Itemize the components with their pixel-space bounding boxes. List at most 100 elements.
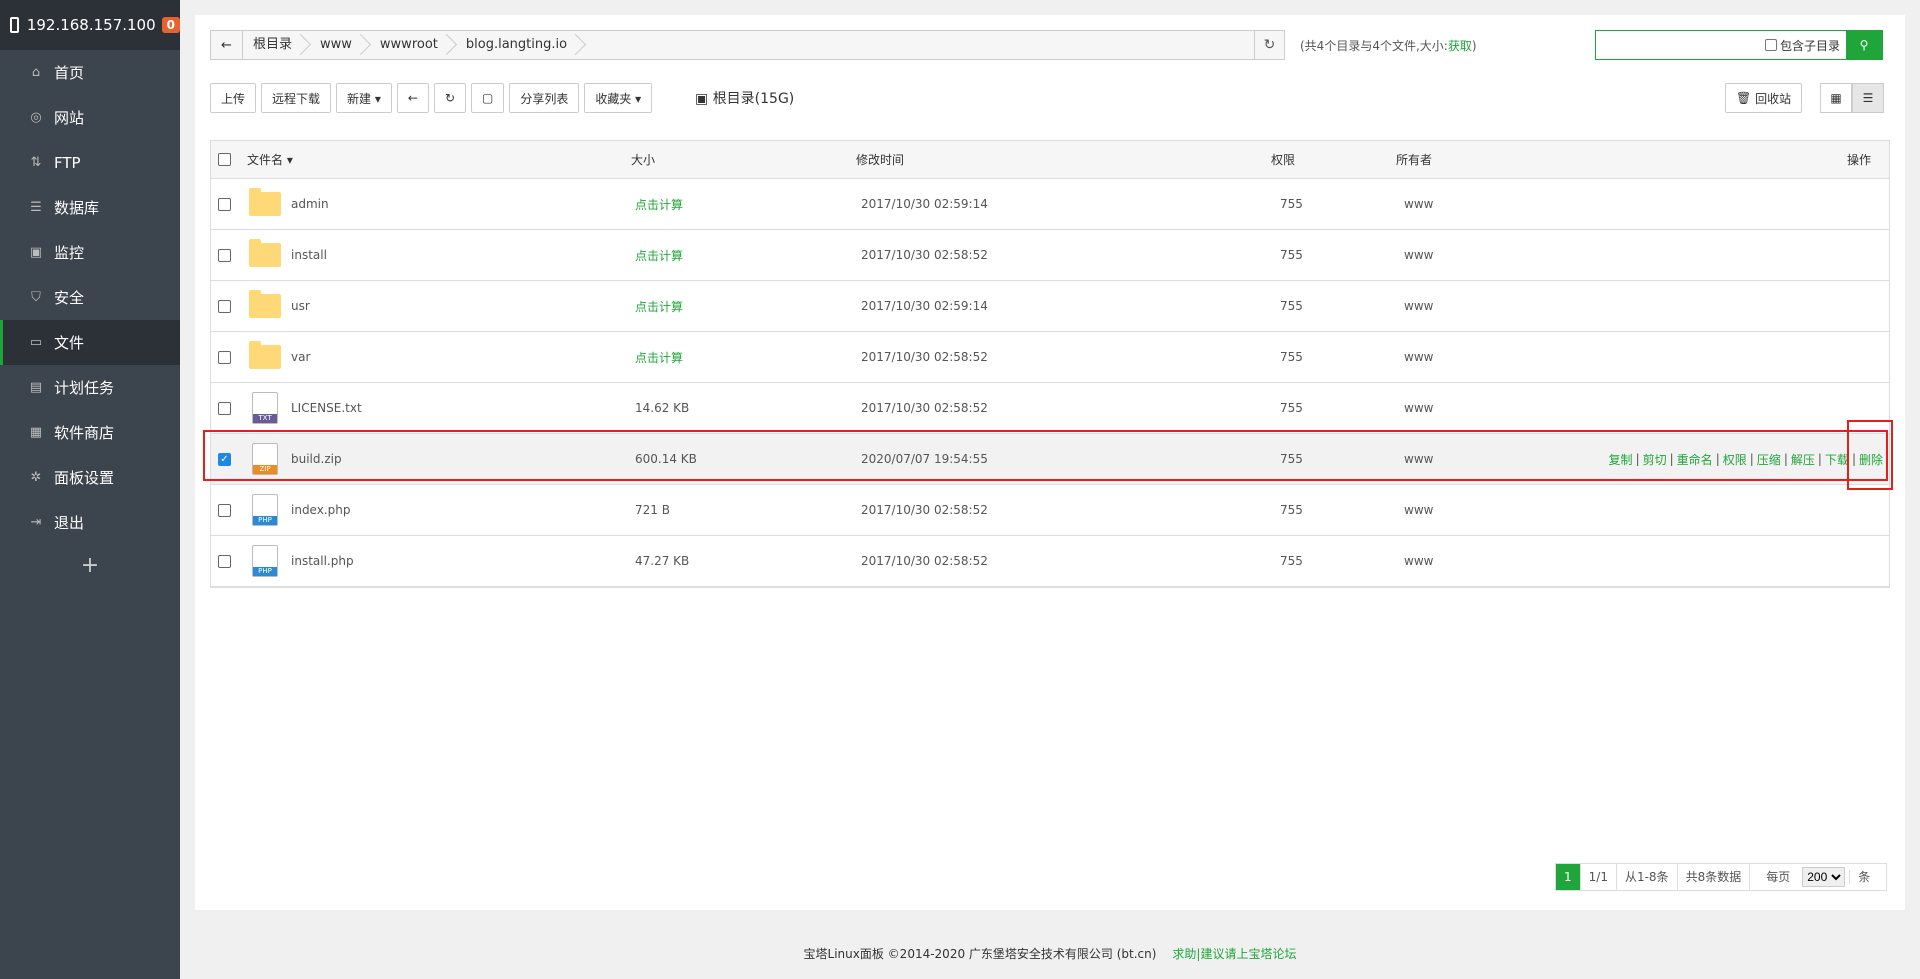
sidebar-item-8[interactable]: ▦ 软件商店 bbox=[0, 410, 180, 455]
file-mtime: 2017/10/30 02:59:14 bbox=[861, 299, 988, 313]
disk-info-label: 根目录(15G) bbox=[712, 91, 795, 107]
file-table: 文件名 ▾ 大小 修改时间 权限 所有者 操作 admin 点击计算 2017/10… bbox=[210, 140, 1890, 588]
trash-icon: 🗑︎ bbox=[1736, 91, 1756, 105]
folder-icon bbox=[249, 341, 281, 369]
file-type-tag: PHP bbox=[253, 516, 277, 525]
file-name[interactable]: admin bbox=[291, 179, 329, 229]
row-checkbox[interactable] bbox=[218, 554, 231, 568]
file-name[interactable]: index.php bbox=[291, 485, 350, 535]
row-checkbox[interactable] bbox=[218, 299, 231, 313]
table-row[interactable]: TXT LICENSE.txt 14.62 KB 2017/10/30 02:58:5… bbox=[211, 383, 1889, 434]
file-manager: ← 根目录 www wwwroot blog.langting.io ↻ (共4个目录… bbox=[195, 15, 1905, 910]
file-perm[interactable]: 755 bbox=[1280, 179, 1303, 229]
file-perm[interactable]: 755 bbox=[1280, 332, 1303, 382]
sidebar-item-2[interactable]: ⇅ FTP bbox=[0, 140, 180, 185]
breadcrumb-item[interactable]: blog.langting.io bbox=[456, 31, 585, 59]
table-header: 文件名 ▾ 大小 修改时间 权限 所有者 操作 bbox=[211, 141, 1889, 179]
breadcrumb-item[interactable]: 根目录 bbox=[243, 31, 310, 59]
forum-link[interactable]: 求助|建议请上宝塔论坛 bbox=[1172, 947, 1296, 961]
per-page-select[interactable]: 200 bbox=[1802, 867, 1846, 887]
include-subdir-checkbox[interactable]: 包含子目录 bbox=[1764, 31, 1846, 59]
list-view-icon[interactable]: ☰ bbox=[1852, 83, 1884, 113]
sidebar-item-4[interactable]: ▣ 监控 bbox=[0, 230, 180, 275]
pagination: 1 1/1 从1-8条 共8条数据 每页 200 条 bbox=[1555, 863, 1888, 891]
row-checkbox[interactable] bbox=[218, 248, 231, 262]
add-shortcut-button[interactable]: + bbox=[0, 545, 180, 578]
file-name[interactable]: install.php bbox=[291, 536, 354, 586]
refresh-list-icon[interactable]: ↻ bbox=[433, 83, 466, 113]
sidebar-item-7[interactable]: ▤ 计划任务 bbox=[0, 365, 180, 410]
file-name[interactable]: LICENSE.txt bbox=[291, 383, 362, 433]
gear-icon: ✲ bbox=[30, 470, 42, 485]
terminal-icon[interactable]: ▢ bbox=[471, 83, 505, 113]
search-input[interactable] bbox=[1596, 31, 1765, 59]
sidebar-nav: ⌂ 首页 ◎ 网站 ⇅ FTP ☰ 数据库 ▣ 监控 ⛉ 安全 ▭ 文件 ▤ 计划任务 ▦ 软件商店 ✲ 面板设置 ⇥ 退… bbox=[0, 50, 180, 545]
file-size[interactable]: 点击计算 bbox=[635, 281, 683, 331]
monitor-icon bbox=[10, 17, 19, 33]
sidebar-item-1[interactable]: ◎ 网站 bbox=[0, 95, 180, 140]
page-range: 从1-8条 bbox=[1615, 864, 1677, 890]
row-checkbox[interactable] bbox=[218, 350, 231, 364]
dir-summary: (共4个目录与4个文件,大小:获取) bbox=[1300, 37, 1477, 54]
file-perm[interactable]: 755 bbox=[1280, 383, 1303, 433]
sidebar-item-10[interactable]: ⇥ 退出 bbox=[0, 500, 180, 545]
remote-download-button[interactable]: 远程下载 bbox=[261, 83, 332, 113]
grid-view-icon[interactable]: ▦ bbox=[1820, 83, 1852, 113]
monitor-icon: ▣ bbox=[29, 245, 43, 260]
header-owner: 所有者 bbox=[1396, 153, 1433, 167]
share-list-button[interactable]: 分享列表 bbox=[509, 83, 580, 113]
search-icon[interactable]: ⚲ bbox=[1846, 31, 1882, 59]
get-size-link[interactable]: 获取 bbox=[1448, 39, 1472, 53]
back-arrow-icon[interactable]: ← bbox=[211, 31, 243, 59]
table-row[interactable]: usr 点击计算 2017/10/30 02:59:14 755 www bbox=[211, 281, 1889, 332]
page-count: 1/1 bbox=[1579, 864, 1616, 890]
header-size[interactable]: 大小 bbox=[631, 141, 655, 178]
header-ops: 操作 bbox=[1846, 153, 1871, 167]
table-row[interactable]: PHP install.php 47.27 KB 2017/10/30 02:58:5… bbox=[211, 536, 1889, 587]
file-name[interactable]: install bbox=[291, 230, 327, 280]
file-mtime: 2017/10/30 02:58:52 bbox=[861, 248, 988, 262]
row-checkbox[interactable] bbox=[218, 401, 231, 415]
header-name[interactable]: 文件名 ▾ bbox=[247, 141, 293, 178]
refresh-icon[interactable]: ↻ bbox=[1254, 31, 1284, 59]
folder-icon bbox=[249, 290, 281, 318]
page-current[interactable]: 1 bbox=[1556, 864, 1580, 890]
row-checkbox[interactable] bbox=[218, 503, 231, 517]
sidebar-item-3[interactable]: ☰ 数据库 bbox=[0, 185, 180, 230]
checkbox-icon[interactable] bbox=[1764, 39, 1777, 51]
file-perm[interactable]: 755 bbox=[1280, 536, 1303, 586]
sidebar-item-label: 退出 bbox=[54, 514, 85, 532]
select-all-checkbox[interactable] bbox=[218, 153, 231, 166]
file-perm[interactable]: 755 bbox=[1280, 230, 1303, 280]
table-row[interactable]: var 点击计算 2017/10/30 02:58:52 755 www bbox=[211, 332, 1889, 383]
file-size[interactable]: 点击计算 bbox=[635, 230, 683, 280]
sidebar-item-9[interactable]: ✲ 面板设置 bbox=[0, 455, 180, 500]
sidebar-item-5[interactable]: ⛉ 安全 bbox=[0, 275, 180, 320]
table-row[interactable]: PHP index.php 721 B 2017/10/30 02:58:52 755 w… bbox=[211, 485, 1889, 536]
file-name[interactable]: usr bbox=[291, 281, 310, 331]
logout-icon: ⇥ bbox=[30, 515, 42, 530]
sidebar-header: 192.168.157.100 0 bbox=[0, 0, 180, 50]
disk-info[interactable]: ▣ 根目录(15G) bbox=[695, 88, 794, 108]
upload-button[interactable]: 上传 bbox=[210, 83, 257, 113]
file-perm[interactable]: 755 bbox=[1280, 281, 1303, 331]
file-size[interactable]: 点击计算 bbox=[635, 332, 683, 382]
header-mtime[interactable]: 修改时间 bbox=[856, 141, 904, 178]
header-perm: 权限 bbox=[1271, 153, 1296, 167]
notification-badge[interactable]: 0 bbox=[161, 17, 180, 33]
file-size[interactable]: 点击计算 bbox=[635, 179, 683, 229]
go-back-icon[interactable]: ← bbox=[396, 83, 429, 113]
new-dropdown-button[interactable]: 新建 ▾ bbox=[336, 83, 392, 113]
recycle-bin-button[interactable]: 🗑︎ 回收站 bbox=[1725, 83, 1803, 113]
file-name[interactable]: var bbox=[291, 332, 310, 382]
table-row[interactable]: admin 点击计算 2017/10/30 02:59:14 755 www bbox=[211, 179, 1889, 230]
table-row[interactable]: install 点击计算 2017/10/30 02:58:52 755 www bbox=[211, 230, 1889, 281]
file-owner: www bbox=[1404, 350, 1434, 364]
sidebar-item-0[interactable]: ⌂ 首页 bbox=[0, 50, 180, 95]
row-checkbox[interactable] bbox=[218, 197, 231, 211]
sidebar-item-6[interactable]: ▭ 文件 bbox=[0, 320, 180, 365]
file-perm[interactable]: 755 bbox=[1280, 485, 1303, 535]
breadcrumb-item[interactable]: wwwroot bbox=[370, 31, 456, 59]
breadcrumb-item[interactable]: www bbox=[310, 31, 370, 59]
favorites-dropdown-button[interactable]: 收藏夹 ▾ bbox=[584, 83, 653, 113]
